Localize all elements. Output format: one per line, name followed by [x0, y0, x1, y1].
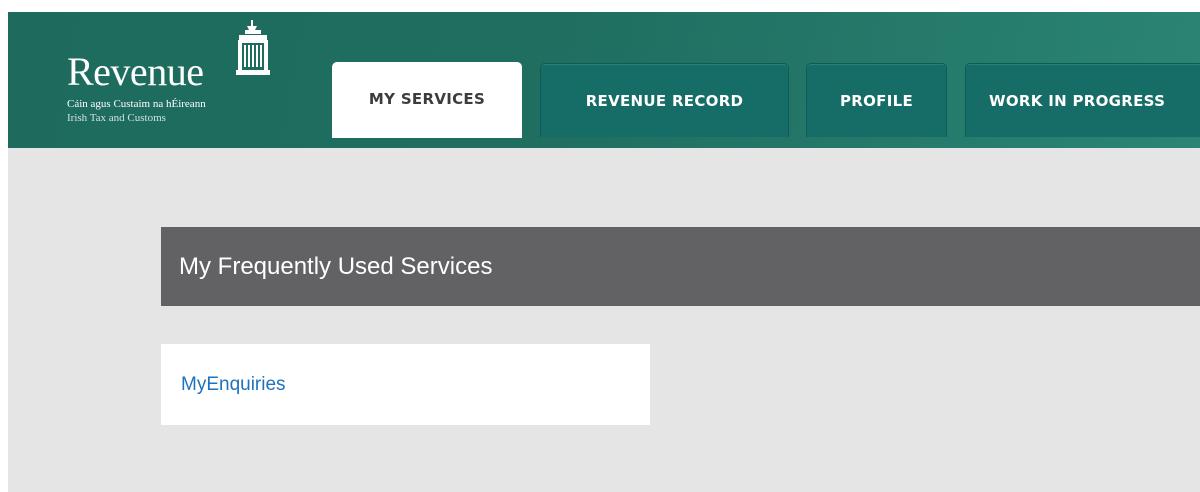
- section-title: My Frequently Used Services: [179, 253, 493, 280]
- tab-my-services[interactable]: MY SERVICES: [332, 62, 522, 138]
- service-card: MyEnquiries: [161, 344, 650, 425]
- page: Revenue Cáin agus Custaim na hÉireann Ir…: [0, 0, 1200, 492]
- revenue-logo[interactable]: Revenue Cáin agus Custaim na hÉireann Ir…: [65, 12, 325, 148]
- logo-english-subtitle: Irish Tax and Customs: [67, 112, 166, 124]
- logo-title: Revenue: [67, 49, 204, 94]
- section-header: My Frequently Used Services: [161, 227, 1200, 306]
- tab-work-in-progress[interactable]: WORK IN PROGRESS: [965, 63, 1200, 137]
- tab-revenue-record[interactable]: REVENUE RECORD: [540, 63, 789, 137]
- main-content: [8, 148, 1200, 492]
- myenquiries-link[interactable]: MyEnquiries: [181, 344, 286, 425]
- tab-profile[interactable]: PROFILE: [806, 63, 947, 137]
- logo-irish-subtitle: Cáin agus Custaim na hÉireann: [67, 98, 206, 110]
- harp-emblem-icon: [236, 20, 270, 75]
